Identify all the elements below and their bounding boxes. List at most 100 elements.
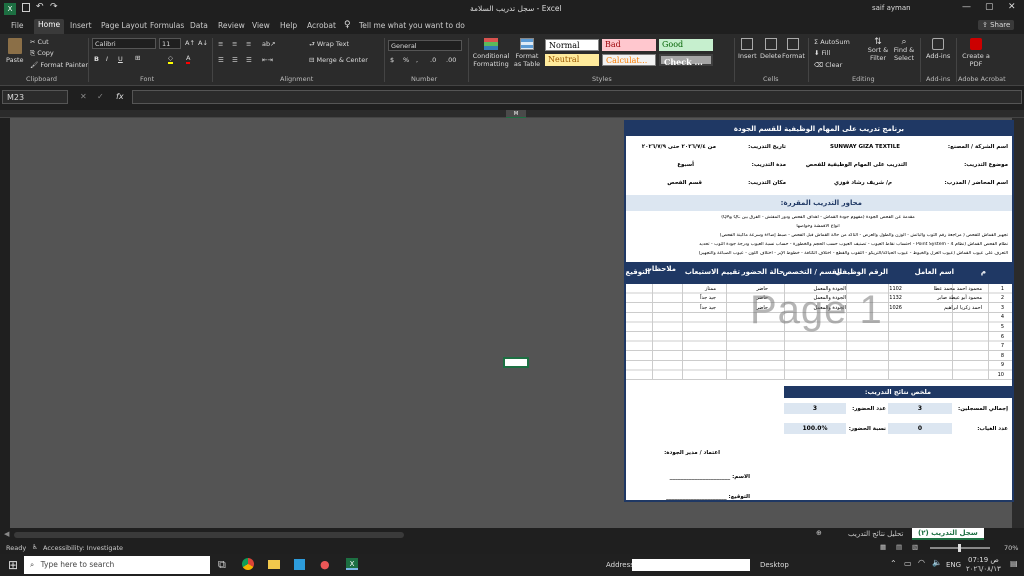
file-explorer-icon[interactable] [268,560,280,569]
insert-cells-button[interactable]: Insert [738,38,757,60]
row-number[interactable]: 2 [1001,295,1004,301]
user-name[interactable]: saif ayman [872,4,911,12]
format-as-table-button[interactable]: Format as Table [512,38,542,68]
normal-view-icon[interactable]: ▦ [880,543,886,551]
style-bad[interactable]: Bad [602,39,656,51]
fill-color-icon[interactable]: ◇ [168,54,173,64]
increase-decimal-icon[interactable]: .0 [430,56,436,64]
row-number[interactable]: 6 [1001,334,1004,340]
col-header-name[interactable]: اسم العامل [915,268,954,276]
close-icon[interactable]: ✕ [1008,2,1016,12]
style-normal[interactable]: Normal [545,39,599,51]
formula-input[interactable] [132,90,1022,104]
axes-title[interactable]: محاور التدريب المقررة: [781,199,862,207]
task-view-icon[interactable]: ⧉ [218,558,226,572]
row-number[interactable]: 5 [1001,324,1004,330]
axis-item[interactable]: التعرف على عيوب القماش (عيوب الغزل والخي… [628,251,1008,256]
row-evaluation[interactable]: ممتاز [705,286,716,292]
clock-time[interactable]: 07:19 ص [968,556,999,564]
col-header-id[interactable]: الرقم الوظيفي [835,268,888,276]
currency-icon[interactable]: $ [390,56,394,64]
maximize-icon[interactable]: ▢ [985,2,994,12]
tab-acrobat[interactable]: Acrobat [307,21,336,30]
horizontal-scrollbar[interactable] [14,532,404,538]
row-number[interactable]: 4 [1001,314,1004,320]
cancel-icon[interactable]: ✕ [80,92,87,101]
chrome-icon[interactable] [242,558,254,570]
accessibility-status[interactable]: Accessibility: Investigate [43,544,123,552]
delete-cells-button[interactable]: Delete [760,38,781,60]
zoom-level[interactable]: 70% [1004,544,1018,552]
notifications-icon[interactable]: ▤ [1010,559,1018,568]
tell-me-search[interactable]: Tell me what you want to do [359,21,465,30]
total-value[interactable]: 3 [888,403,952,414]
date-value[interactable]: من ٢٠٢٦/٧/٤ حتى ٢٠٢٦/٧/٩ [642,144,716,150]
approver-signature-line[interactable]: التوقيع: ______________________ [666,494,750,500]
fx-icon[interactable]: fx [116,92,124,101]
align-bottom-icon[interactable]: ≡ [246,40,251,48]
merge-center-button[interactable]: ⊟ Merge & Center [309,56,368,64]
summary-title[interactable]: ملخص نتائج التدريب: [784,386,1012,398]
place-value[interactable]: قسم الفحص [667,180,702,186]
bold-icon[interactable]: B [94,55,99,63]
indent-icon[interactable]: ⇤⇥ [262,56,273,64]
font-size-select[interactable]: 11 [159,38,181,49]
decrease-decimal-icon[interactable]: .00 [446,56,456,64]
paste-button[interactable]: Paste [6,38,24,64]
zoom-slider-thumb[interactable] [958,544,961,552]
axis-item[interactable]: أنواع الأقمشة وخواصها [628,224,1008,229]
row-number[interactable]: 7 [1001,343,1004,349]
grow-font-icon[interactable]: A↑ [185,39,195,47]
selected-column-header[interactable]: M [506,110,526,118]
add-sheet-icon[interactable]: ⊕ [816,529,822,537]
row-number[interactable]: 1 [1001,286,1004,292]
row-worker-name[interactable]: محمود أبو عيطة صابر [937,295,982,301]
excel-taskbar-icon[interactable]: X [346,558,358,570]
copy-button[interactable]: ⎘ Copy [30,49,54,58]
autosum-button[interactable]: Σ AutoSum [814,38,850,46]
comma-icon[interactable]: , [416,56,418,64]
approver-name-line[interactable]: الاسم: ______________________ [670,474,750,480]
align-middle-icon[interactable]: ≡ [232,40,237,48]
row-employee-id[interactable]: 1132 [889,295,902,301]
row-employee-id[interactable]: 1102 [889,286,902,292]
col-header-signature[interactable]: التوقيع [626,268,651,276]
axis-item[interactable]: مقدمة عن الفحص الجودة (مفهوم جودة القماش… [628,215,1008,220]
col-header-dept[interactable]: القسم / التخصص [783,268,843,276]
tray-chevron-icon[interactable]: ⌃ [890,559,897,568]
wifi-icon[interactable]: ◠ [918,558,925,567]
cut-button[interactable]: ✂ Cut [30,38,49,46]
row-employee-id[interactable]: 1026 [889,305,902,311]
format-painter-button[interactable]: 🖌 Format Painter [30,61,88,69]
style-good[interactable]: Good [659,39,713,51]
topic-value[interactable]: التدريب على المهام الوظيفية للفحص [806,162,907,168]
tab-view[interactable]: View [252,21,270,30]
font-color-icon[interactable]: A [186,54,191,64]
col-header-status[interactable]: حالة الحضور [742,268,784,276]
tab-data[interactable]: Data [190,21,208,30]
create-pdf-button[interactable]: Create a PDF [962,38,990,68]
axis-item[interactable]: تجهيز القماش للفحص ( مراجعة رقم الثوب وا… [628,233,1008,238]
sort-filter-button[interactable]: ⇅ Sort & Filter [866,38,890,63]
tab-review[interactable]: Review [218,21,245,30]
clock-date[interactable]: ٢٠٢٦/٠٨/١٣ [966,565,1001,573]
name-box[interactable]: M23 [2,90,68,104]
align-top-icon[interactable]: ≡ [218,40,223,48]
tab-home[interactable]: Home [34,19,65,34]
minimize-icon[interactable]: — [962,2,971,12]
col-header-notes[interactable]: ملاحظات [645,264,676,274]
page-break-view-icon[interactable]: ▧ [912,543,918,551]
shrink-font-icon[interactable]: A↓ [198,39,208,47]
italic-icon[interactable]: I [106,55,108,63]
windows-start-icon[interactable]: ⊞ [8,558,18,572]
share-button[interactable]: ⇪ Share [978,20,1015,30]
borders-icon[interactable]: ⊞ [135,54,140,62]
absent-value[interactable]: 0 [888,423,952,434]
tab-insert[interactable]: Insert [70,21,92,30]
orientation-icon[interactable]: ab↗ [262,40,276,48]
enter-icon[interactable]: ✓ [97,92,104,101]
col-header-number[interactable]: م [981,268,986,276]
style-calculation[interactable]: Calculat... [602,54,656,66]
present-value[interactable]: 3 [784,403,846,414]
percent-icon[interactable]: % [403,56,409,64]
